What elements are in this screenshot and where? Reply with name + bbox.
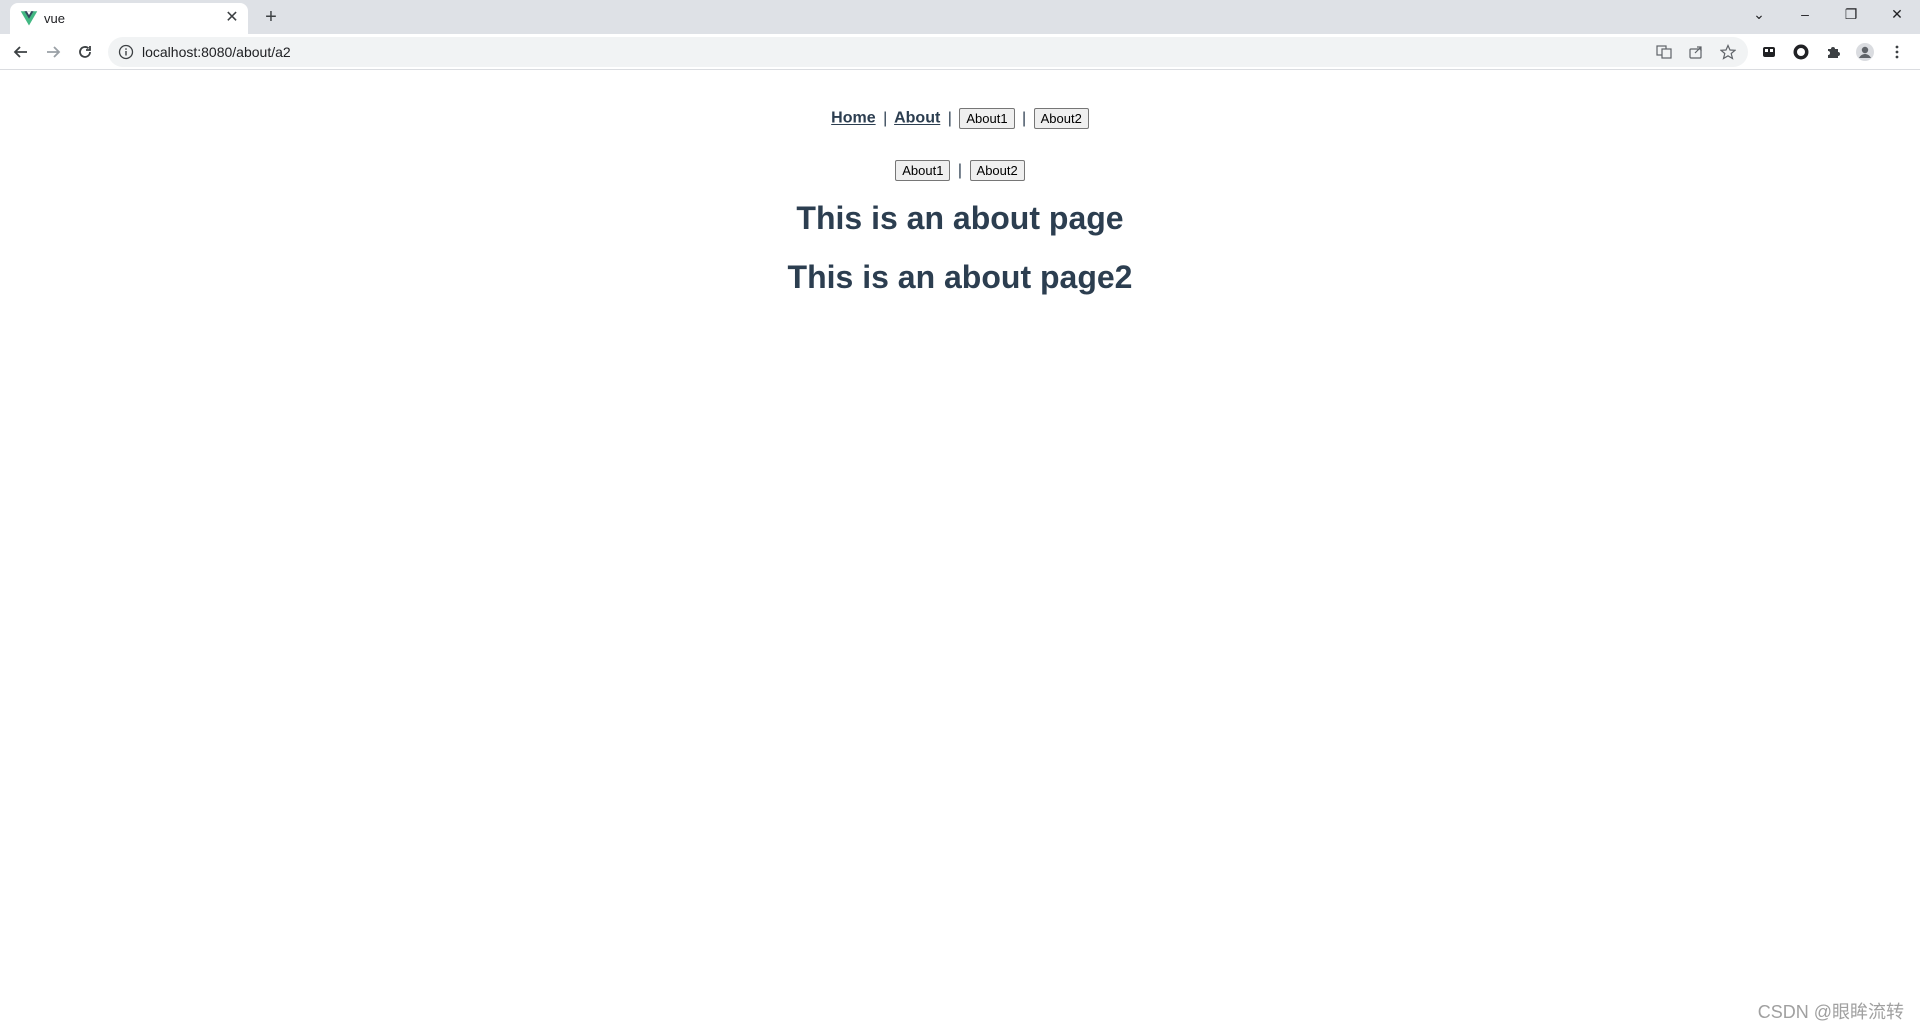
minimize-icon[interactable]: – xyxy=(1782,0,1828,30)
main-nav: Home | About | About1 | About2 xyxy=(0,108,1920,129)
menu-icon[interactable] xyxy=(1884,39,1910,65)
media-icon[interactable] xyxy=(1756,39,1782,65)
new-tab-button[interactable]: + xyxy=(258,4,284,30)
tab-title: vue xyxy=(44,11,65,26)
nav-separator: | xyxy=(1022,109,1027,127)
share-icon[interactable] xyxy=(1686,42,1706,62)
restore-icon[interactable]: ❐ xyxy=(1828,0,1874,30)
browser-toolbar: localhost:8080/about/a2 xyxy=(0,34,1920,70)
sub-about1-button[interactable]: About1 xyxy=(895,160,951,181)
tab-strip: vue ✕ + ⌄ – ❐ ✕ xyxy=(0,0,1920,34)
tab-close-icon[interactable]: ✕ xyxy=(222,8,242,28)
address-bar[interactable]: localhost:8080/about/a2 xyxy=(108,37,1748,67)
close-window-icon[interactable]: ✕ xyxy=(1874,0,1920,30)
url-text: localhost:8080/about/a2 xyxy=(142,44,291,60)
back-icon[interactable] xyxy=(8,39,34,65)
reload-icon[interactable] xyxy=(72,39,98,65)
sub-about2-button[interactable]: About2 xyxy=(969,160,1025,181)
about2-button[interactable]: About2 xyxy=(1033,108,1089,129)
nav-separator: | xyxy=(947,109,952,127)
watermark: CSDN @眼眸流转 xyxy=(1757,1002,1904,1022)
vue-logo-icon xyxy=(20,11,38,26)
subnav-separator: | xyxy=(957,161,963,179)
about2-heading: This is an about page2 xyxy=(787,259,1133,295)
puzzle-icon[interactable] xyxy=(1820,39,1846,65)
translate-icon[interactable] xyxy=(1654,42,1674,62)
browser-tab[interactable]: vue ✕ xyxy=(10,3,248,34)
star-icon[interactable] xyxy=(1718,42,1738,62)
about1-button[interactable]: About1 xyxy=(959,108,1015,129)
extension-circle-icon[interactable] xyxy=(1788,39,1814,65)
tab-search-icon[interactable]: ⌄ xyxy=(1736,0,1782,30)
info-icon[interactable] xyxy=(118,44,134,60)
nav-separator: | xyxy=(883,109,888,127)
about-heading: This is an about page xyxy=(796,200,1124,236)
nav-link-about[interactable]: About xyxy=(894,110,940,127)
forward-icon[interactable] xyxy=(40,39,66,65)
nav-link-home[interactable]: Home xyxy=(831,110,875,127)
page-content: Home | About | About1 | About2 About1 | … xyxy=(0,70,1920,1036)
sub-nav: About1 | About2 xyxy=(0,160,1920,181)
profile-icon[interactable] xyxy=(1852,39,1878,65)
